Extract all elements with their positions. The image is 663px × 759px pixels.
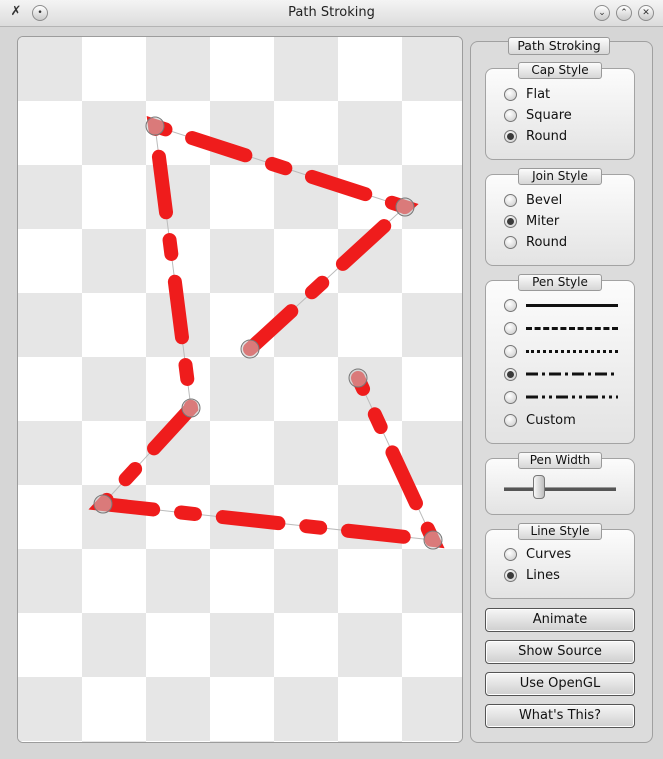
line-lines-option[interactable]: Lines [504, 565, 560, 585]
pen-width-slider-handle[interactable] [532, 475, 545, 499]
pen-width-slider-track[interactable] [504, 487, 616, 491]
checker-background [18, 37, 462, 742]
option-label: Flat [526, 86, 551, 102]
pen-width-group: Pen Width [485, 452, 635, 515]
radio-icon[interactable] [504, 344, 517, 358]
control-point[interactable] [240, 339, 260, 359]
join-style-title: Join Style [518, 168, 602, 185]
radio-icon[interactable] [504, 87, 517, 101]
control-point[interactable] [145, 116, 165, 136]
stroke-canvas-svg[interactable] [18, 37, 462, 742]
whats-this-button[interactable]: What's This? [485, 704, 635, 728]
line-curves-option[interactable]: Curves [504, 544, 571, 564]
minimize-icon[interactable]: ⌄ [594, 5, 610, 21]
line-style-group: Line Style Curves Lines [485, 523, 635, 599]
path-stroking-panel: Path Stroking Cap Style Flat Square Roun… [470, 37, 653, 743]
control-point[interactable] [93, 494, 113, 514]
radio-icon[interactable] [504, 298, 517, 312]
option-label: Round [526, 234, 568, 250]
cap-style-group: Cap Style Flat Square Round [485, 62, 635, 160]
join-miter-option[interactable]: Miter [504, 211, 559, 231]
option-label: Curves [526, 546, 572, 562]
stroke-canvas[interactable] [17, 36, 463, 743]
control-point[interactable] [395, 197, 415, 217]
dash-dot-line-icon [526, 372, 618, 376]
option-label: Miter [526, 213, 560, 229]
use-opengl-button[interactable]: Use OpenGL [485, 672, 635, 696]
dotted-line-icon [526, 349, 618, 353]
pen-style-title: Pen Style [518, 274, 602, 291]
join-style-group: Join Style Bevel Miter Round [485, 168, 635, 266]
option-label: Custom [526, 412, 576, 428]
maximize-icon[interactable]: ⌃ [616, 5, 632, 21]
option-label: Bevel [526, 192, 563, 208]
title-bar: ✗ • Path Stroking ⌄ ⌃ ✕ [0, 0, 663, 27]
join-bevel-option[interactable]: Bevel [504, 190, 562, 210]
cap-square-option[interactable]: Square [504, 105, 572, 125]
pen-custom-option[interactable]: Custom [504, 410, 576, 430]
radio-selected-icon[interactable] [504, 568, 517, 582]
radio-icon[interactable] [504, 193, 517, 207]
pen-width-title: Pen Width [518, 452, 602, 469]
radio-icon[interactable] [504, 413, 517, 427]
control-point[interactable] [423, 530, 443, 550]
pen-solid-option[interactable] [504, 295, 618, 315]
option-label: Square [526, 107, 572, 123]
cap-flat-option[interactable]: Flat [504, 84, 550, 104]
pen-dashdot-option[interactable] [504, 364, 618, 384]
radio-icon[interactable] [504, 390, 517, 404]
line-style-title: Line Style [518, 523, 602, 540]
radio-selected-icon[interactable] [504, 129, 517, 143]
radio-selected-icon[interactable] [504, 367, 517, 381]
option-label: Round [526, 128, 568, 144]
radio-icon[interactable] [504, 321, 517, 335]
dashed-line-icon [526, 326, 618, 330]
radio-icon[interactable] [504, 108, 517, 122]
cap-round-option[interactable]: Round [504, 126, 567, 146]
radio-icon[interactable] [504, 547, 517, 561]
radio-icon[interactable] [504, 235, 517, 249]
solid-line-icon [526, 303, 618, 307]
control-point[interactable] [181, 398, 201, 418]
dash-dot-dot-line-icon [526, 395, 618, 399]
pen-dash-option[interactable] [504, 318, 618, 338]
close-icon[interactable]: ✕ [638, 5, 654, 21]
pen-style-group: Pen Style Custom [485, 274, 635, 444]
window-title: Path Stroking [288, 5, 375, 20]
option-label: Lines [526, 567, 560, 583]
panel-title: Path Stroking [508, 37, 610, 55]
control-point[interactable] [348, 368, 368, 388]
pen-dot-option[interactable] [504, 341, 618, 361]
join-round-option[interactable]: Round [504, 232, 567, 252]
show-source-button[interactable]: Show Source [485, 640, 635, 664]
cap-style-title: Cap Style [518, 62, 602, 79]
animate-button[interactable]: Animate [485, 608, 635, 632]
radio-selected-icon[interactable] [504, 214, 517, 228]
pen-dashdotdot-option[interactable] [504, 387, 618, 407]
